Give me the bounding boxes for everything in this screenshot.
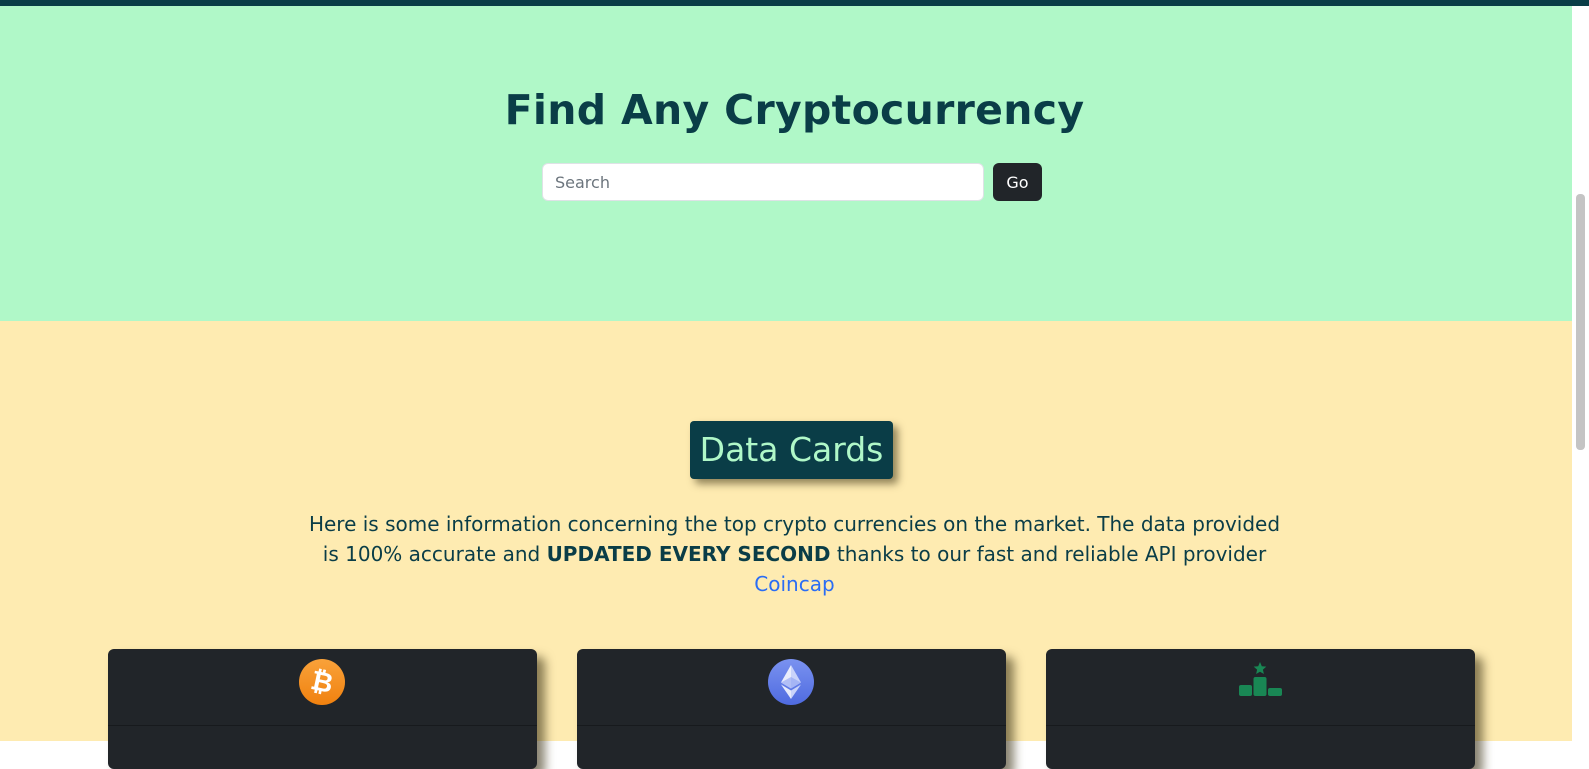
coincap-link[interactable]: Coincap [754,572,834,596]
ethereum-card [577,649,1006,769]
ranking-card [1046,649,1475,769]
bitcoin-card: ₿ [108,649,537,769]
section-description: Here is some information concerning the … [300,509,1289,599]
search-input[interactable] [542,163,984,201]
card-header [577,649,1006,726]
data-cards-section: Data Cards Here is some information conc… [0,321,1572,769]
scrollbar-thumb[interactable] [1576,194,1585,450]
desc-text-2: thanks to our fast and reliable API prov… [830,542,1267,566]
desc-bold-text: UPDATED EVERY SECOND [546,542,831,566]
hero-title: Find Any Cryptocurrency [504,86,1085,134]
bitcoin-icon: ₿ [299,659,345,705]
ranking-podium-icon [1239,662,1282,696]
card-header [1046,649,1475,726]
card-header: ₿ [108,649,537,726]
ethereum-icon [768,659,814,705]
go-button[interactable]: Go [993,163,1042,201]
section-title-badge: Data Cards [690,421,893,479]
hero-section: Find Any Cryptocurrency Go [0,6,1572,321]
page-scrollbar[interactable] [1572,6,1589,741]
search-form: Go [542,163,1042,201]
